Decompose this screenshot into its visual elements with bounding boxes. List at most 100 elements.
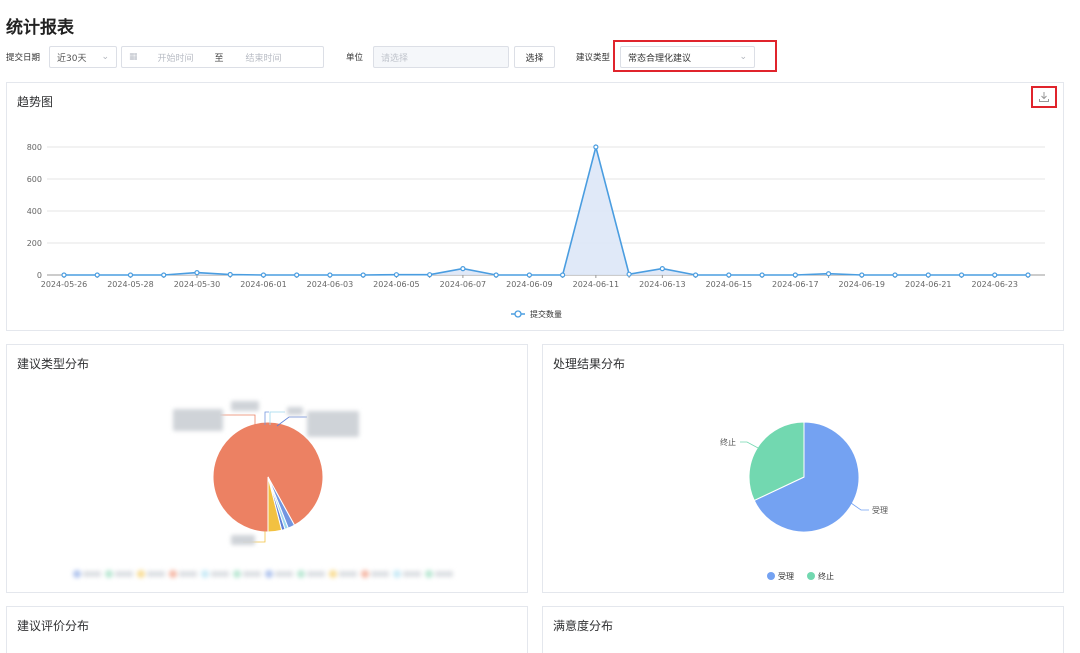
data-point (626, 271, 632, 277)
unit-label: 单位 (346, 53, 364, 63)
data-point (493, 272, 499, 278)
x-tick-label: 2024-06-07 (440, 280, 487, 289)
legend-text-blurred (147, 571, 165, 577)
legend-text-blurred (83, 571, 101, 577)
data-point (526, 272, 532, 278)
trend-card: 趋势图 0 200 400 600 800 2024-05-26 2024-05-28 202… (6, 82, 1064, 331)
data-point (61, 272, 67, 278)
result-distribution-card: 处理结果分布 受理 终止 受理 终止 (542, 344, 1064, 593)
unit-input[interactable]: 请选择 (373, 46, 509, 68)
filter-bar: 提交日期 近30天 ⌄ ▦ 开始时间 至 结束时间 单位 请选择 选择 建议类型… (0, 46, 1080, 72)
x-tick-label: 2024-05-26 (41, 280, 88, 289)
y-tick-label: 800 (27, 143, 42, 152)
data-point (892, 272, 898, 278)
data-point (393, 272, 400, 278)
end-time-input[interactable]: 结束时间 (246, 51, 282, 64)
data-point (925, 272, 931, 278)
range-separator: 至 (214, 53, 224, 64)
data-point (327, 272, 333, 278)
x-tick-label: 2024-06-17 (772, 280, 819, 289)
x-tick-label: 2024-06-09 (506, 280, 553, 289)
data-point (859, 272, 865, 278)
x-tick-label: 2024-06-13 (639, 280, 686, 289)
type-distribution-card: 建议类型分布 (6, 344, 528, 593)
legend-label: 终止 (818, 571, 834, 581)
x-tick-label: 2024-05-28 (107, 280, 154, 289)
date-label: 提交日期 (6, 53, 41, 63)
legend-text-blurred (243, 571, 261, 577)
chevron-down-icon: ⌄ (101, 52, 109, 62)
result-distribution-chart: 受理终止受理 终止 (720, 421, 888, 581)
label-connector (850, 502, 869, 511)
data-point (260, 272, 267, 278)
result-legend: 受理 终止 (767, 571, 834, 581)
legend-text-blurred (435, 571, 453, 577)
legend-swatch (169, 570, 177, 578)
data-point (194, 270, 200, 276)
legend-swatch (329, 570, 337, 578)
y-tick-label: 400 (27, 207, 42, 216)
data-point (294, 272, 300, 278)
legend-swatch (767, 572, 775, 580)
blurred-label (231, 535, 255, 545)
legend-swatch (137, 570, 145, 578)
x-tick-label: 2024-06-03 (307, 280, 354, 289)
calendar-icon: ▦ (129, 52, 138, 62)
date-range-picker[interactable]: ▦ 开始时间 至 结束时间 (121, 46, 324, 68)
legend-text-blurred (275, 571, 293, 577)
page-title: 统计报表 (6, 18, 74, 38)
data-point (825, 271, 832, 277)
trend-legend: 提交数量 (511, 309, 562, 319)
legend-text-blurred (339, 571, 357, 577)
y-tick-label: 200 (27, 239, 42, 248)
legend-swatch (233, 570, 241, 578)
legend-swatch (807, 572, 815, 580)
data-point (127, 272, 134, 278)
legend-swatch (425, 570, 433, 578)
x-tick-label: 2024-06-19 (839, 280, 886, 289)
type-legend-blurred (73, 570, 453, 578)
y-tick-label: 0 (37, 271, 42, 280)
legend-swatch (105, 570, 113, 578)
evaluation-title: 建议评价分布 (17, 619, 90, 633)
data-point (427, 272, 433, 278)
data-point (360, 272, 366, 278)
x-tick-label: 2024-06-23 (972, 280, 1019, 289)
data-point (227, 271, 233, 278)
legend-swatch (265, 570, 273, 578)
legend-swatch (73, 570, 81, 578)
x-tick-label: 2024-05-30 (174, 280, 221, 289)
trend-chart: 0 200 400 600 800 2024-05-26 2024-05-28 2024-05… (27, 143, 1045, 319)
satisfaction-card: 满意度分布 (542, 606, 1064, 653)
start-time-input[interactable]: 开始时间 (158, 51, 194, 64)
legend-marker (514, 310, 522, 318)
blurred-label (287, 407, 303, 415)
data-point (759, 272, 765, 278)
data-point (958, 272, 965, 278)
x-tick-label: 2024-06-05 (373, 280, 420, 289)
x-tick-label: 2024-06-15 (706, 280, 753, 289)
date-range-select[interactable]: 近30天 ⌄ (49, 46, 117, 68)
data-point (94, 272, 100, 278)
legend-swatch (201, 570, 209, 578)
legend-text-blurred (403, 571, 421, 577)
data-point (726, 272, 732, 278)
statistics-report-page: 统计报表 提交日期 近30天 ⌄ ▦ 开始时间 至 结束时间 单位 请选择 选择… (0, 0, 1080, 653)
data-point (992, 272, 998, 278)
legend-text-blurred (179, 571, 197, 577)
data-point (460, 266, 466, 272)
legend-swatch (361, 570, 369, 578)
select-unit-button[interactable]: 选择 (514, 46, 555, 68)
legend-text-blurred (115, 571, 133, 577)
legend-text-blurred (211, 571, 229, 577)
data-point (161, 272, 167, 278)
date-range-value: 近30天 (57, 53, 87, 64)
legend-text-blurred (371, 571, 389, 577)
legend-swatch (393, 570, 401, 578)
blurred-label (307, 411, 359, 437)
x-tick-label: 2024-06-21 (905, 280, 952, 289)
slice-label: 受理 (872, 505, 888, 515)
data-point (692, 272, 699, 278)
unit-placeholder: 请选择 (381, 53, 409, 64)
data-point (1025, 272, 1031, 278)
